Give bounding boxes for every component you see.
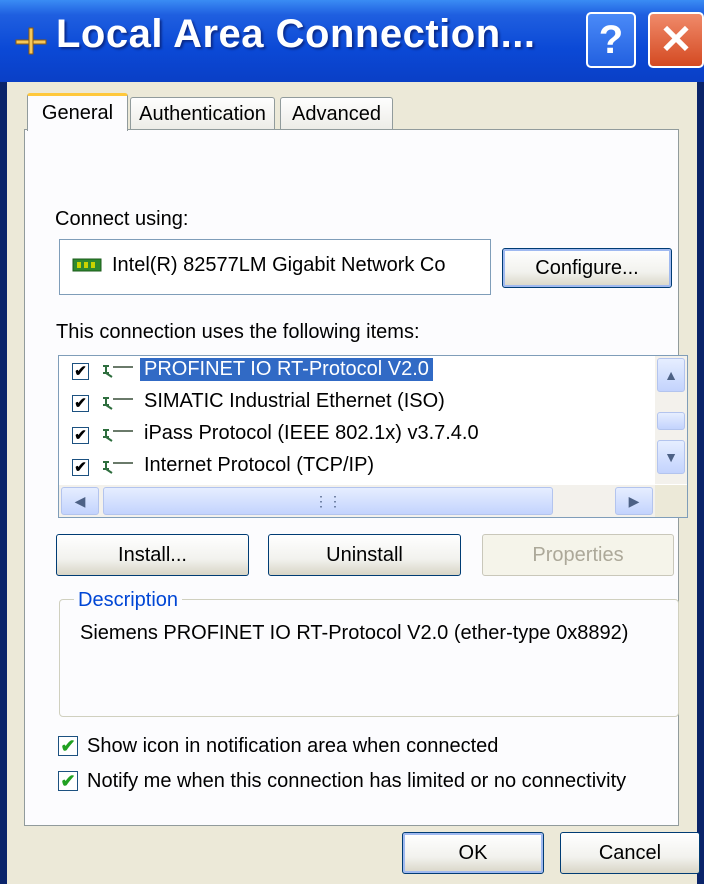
list-item[interactable]: ✔ PROFINET IO RT-Protocol V2.0	[59, 356, 639, 388]
item-checkbox[interactable]: ✔	[72, 395, 89, 412]
horizontal-scroll-thumb[interactable]: ⋮⋮	[103, 487, 553, 515]
dialog-body: General Authentication Advanced Connect …	[7, 82, 700, 884]
configure-button[interactable]: Configure...	[502, 248, 672, 288]
general-tab-panel: Connect using: Intel(R) 82577LM Gigabit …	[24, 129, 688, 826]
scroll-up-button[interactable]: ▲	[657, 358, 685, 392]
horizontal-scrollbar[interactable]: ◀ ⋮⋮ ▶	[59, 485, 657, 517]
properties-button[interactable]: Properties	[482, 534, 674, 576]
item-checkbox[interactable]: ✔	[72, 427, 89, 444]
tab-authentication[interactable]: Authentication	[130, 97, 275, 131]
scroll-right-button[interactable]: ▶	[615, 487, 653, 515]
items-label: This connection uses the following items…	[56, 321, 420, 343]
window-title: Local Area Connection...	[56, 12, 536, 56]
notify-checkbox[interactable]: ✔	[58, 771, 78, 791]
list-item[interactable]: ✔ SIMATIC Industrial Ethernet (ISO)	[59, 388, 639, 420]
description-text: Siemens PROFINET IO RT-Protocol V2.0 (et…	[80, 622, 629, 644]
close-button[interactable]: ✕	[648, 12, 704, 68]
scroll-thumb[interactable]	[657, 412, 685, 430]
adapter-name: Intel(R) 82577LM Gigabit Network Co	[112, 254, 446, 276]
protocol-icon	[103, 397, 133, 410]
protocol-icon	[103, 461, 133, 474]
show-icon-checkbox[interactable]: ✔	[58, 736, 78, 756]
uninstall-button[interactable]: Uninstall	[268, 534, 461, 576]
tab-advanced[interactable]: Advanced	[280, 97, 393, 131]
title-bar[interactable]: Local Area Connection... ? ✕	[0, 0, 704, 82]
item-checkbox[interactable]: ✔	[72, 459, 89, 476]
components-list[interactable]: ✔ PROFINET IO RT-Protocol V2.0 ✔ SIMATIC…	[58, 355, 688, 518]
item-label: PROFINET IO RT-Protocol V2.0	[140, 358, 433, 381]
network-connection-icon	[15, 27, 47, 55]
notify-label[interactable]: Notify me when this connection has limit…	[87, 770, 626, 793]
install-button[interactable]: Install...	[56, 534, 249, 576]
list-item[interactable]: ✔ Internet Protocol (TCP/IP)	[59, 452, 639, 484]
item-checkbox[interactable]: ✔	[72, 363, 89, 380]
tab-general[interactable]: General	[27, 93, 128, 131]
connect-using-label: Connect using:	[55, 208, 189, 230]
list-item[interactable]: ✔ iPass Protocol (IEEE 802.1x) v3.7.4.0	[59, 420, 639, 452]
network-adapter-icon	[72, 258, 102, 272]
help-button[interactable]: ?	[586, 12, 636, 68]
item-label: iPass Protocol (IEEE 802.1x) v3.7.4.0	[144, 422, 479, 444]
protocol-icon	[103, 365, 133, 378]
description-title: Description	[74, 589, 183, 612]
ok-button[interactable]: OK	[402, 832, 544, 874]
show-icon-label[interactable]: Show icon in notification area when conn…	[87, 735, 498, 758]
scroll-left-button[interactable]: ◀	[61, 487, 99, 515]
scrollbar-corner	[655, 485, 687, 517]
cancel-button[interactable]: Cancel	[560, 832, 700, 874]
vertical-scrollbar[interactable]: ▲ ▼	[655, 356, 687, 484]
item-label: Internet Protocol (TCP/IP)	[144, 454, 375, 476]
adapter-field: Intel(R) 82577LM Gigabit Network Co	[59, 239, 491, 295]
scroll-down-button[interactable]: ▼	[657, 440, 685, 474]
protocol-icon	[103, 429, 133, 442]
description-group	[59, 599, 679, 717]
item-label: SIMATIC Industrial Ethernet (ISO)	[144, 390, 445, 412]
dialog-window: Local Area Connection... ? ✕ General Aut…	[0, 0, 704, 884]
